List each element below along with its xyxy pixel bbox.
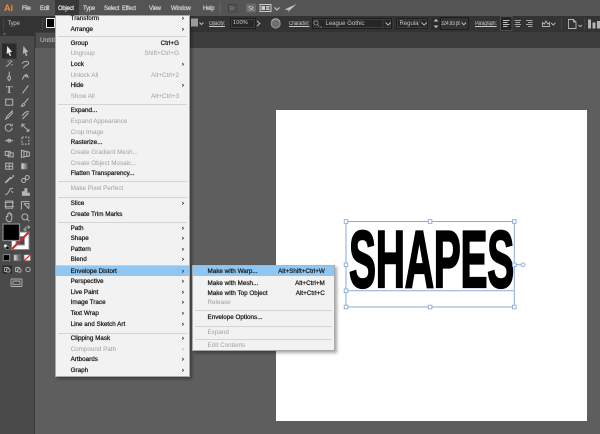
svg-text:«: « [3, 32, 6, 38]
svg-text:Br: Br [230, 7, 236, 13]
svg-text:St: St [248, 7, 254, 13]
svg-text:T: T [6, 85, 13, 96]
